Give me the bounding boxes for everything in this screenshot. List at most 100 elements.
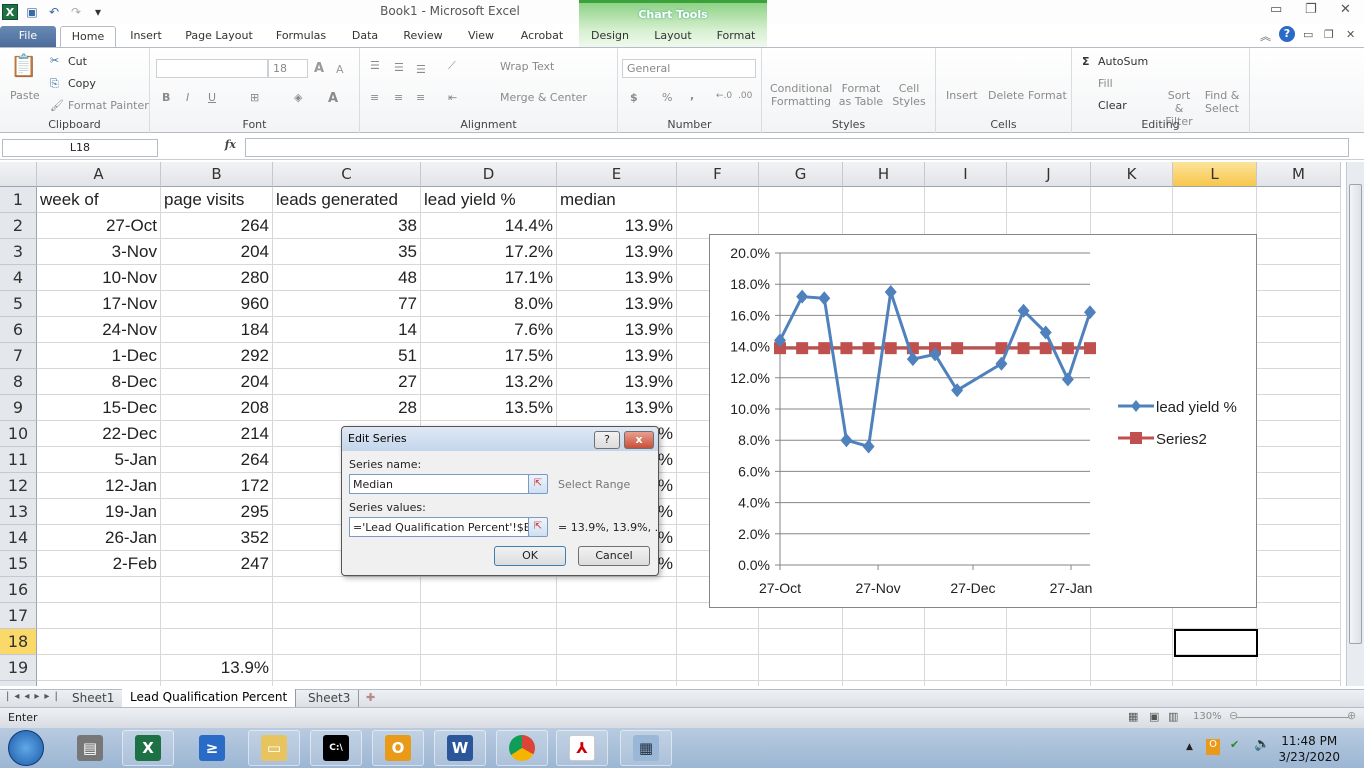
cell-b19[interactable]: 13.9% xyxy=(161,655,273,681)
column-header-j[interactable]: J xyxy=(1007,162,1091,187)
cell-a4[interactable]: 10-Nov xyxy=(37,265,161,291)
italic-button[interactable]: I xyxy=(186,91,189,104)
cell-f19[interactable] xyxy=(677,655,759,681)
column-header-h[interactable]: H xyxy=(843,162,925,187)
row-header-8[interactable]: 8 xyxy=(0,369,37,395)
sheet-nav-icons[interactable]: |◂◂▸▸| xyxy=(6,691,63,702)
cell-c20[interactable] xyxy=(273,681,421,686)
select-all-corner[interactable] xyxy=(0,162,37,187)
cell-m6[interactable] xyxy=(1257,317,1341,343)
tray-volume-icon[interactable]: 🔈 xyxy=(1254,737,1270,752)
cell-c19[interactable] xyxy=(273,655,421,681)
cell-a19[interactable] xyxy=(37,655,161,681)
column-header-l[interactable]: L xyxy=(1173,162,1257,187)
delete-cells-button[interactable]: Delete xyxy=(988,89,1024,102)
column-header-b[interactable]: B xyxy=(161,162,273,187)
dialog-close-button[interactable]: x xyxy=(624,431,654,449)
cell-a11[interactable]: 5-Jan xyxy=(37,447,161,473)
cut-button[interactable]: Cut xyxy=(68,55,87,68)
cell-a3[interactable]: 3-Nov xyxy=(37,239,161,265)
cell-styles-button[interactable]: Cell Styles xyxy=(888,82,930,108)
cell-b1[interactable]: page visits xyxy=(161,187,273,213)
vertical-scrollbar[interactable] xyxy=(1346,162,1364,686)
cell-a15[interactable]: 2-Feb xyxy=(37,551,161,577)
cell-b9[interactable]: 208 xyxy=(161,395,273,421)
cell-b12[interactable]: 172 xyxy=(161,473,273,499)
column-header-c[interactable]: C xyxy=(273,162,421,187)
cell-h20[interactable] xyxy=(843,681,925,686)
zoom-level[interactable]: 130% xyxy=(1193,711,1222,722)
name-box[interactable]: L18 xyxy=(2,139,158,157)
active-cell-selection[interactable] xyxy=(1174,629,1258,657)
cell-m13[interactable] xyxy=(1257,499,1341,525)
column-header-f[interactable]: F xyxy=(677,162,759,187)
cell-b10[interactable]: 214 xyxy=(161,421,273,447)
cell-c8[interactable]: 27 xyxy=(273,369,421,395)
align-center-icon[interactable]: ≡ xyxy=(394,91,403,104)
row-header-14[interactable]: 14 xyxy=(0,525,37,551)
comma-button[interactable]: , xyxy=(690,89,694,102)
row-header-20[interactable]: 20 xyxy=(0,681,37,686)
taskbar-explorer[interactable]: ▭ xyxy=(248,730,300,766)
cell-l19[interactable] xyxy=(1173,655,1257,681)
cell-b3[interactable]: 204 xyxy=(161,239,273,265)
cell-d7[interactable]: 17.5% xyxy=(421,343,557,369)
cell-m16[interactable] xyxy=(1257,577,1341,603)
tab-view[interactable]: View xyxy=(462,26,500,48)
cell-d8[interactable]: 13.2% xyxy=(421,369,557,395)
help-button[interactable]: ? xyxy=(594,431,620,449)
cell-a10[interactable]: 22-Dec xyxy=(37,421,161,447)
cell-c16[interactable] xyxy=(273,577,421,603)
font-color-icon[interactable]: A xyxy=(328,91,338,106)
cell-j1[interactable] xyxy=(1007,187,1091,213)
cell-e9[interactable]: 13.9% xyxy=(557,395,677,421)
workbook-close-icon[interactable]: ✕ xyxy=(1346,28,1355,41)
cell-m7[interactable] xyxy=(1257,343,1341,369)
row-header-17[interactable]: 17 xyxy=(0,603,37,629)
cell-k18[interactable] xyxy=(1091,629,1173,655)
column-header-a[interactable]: A xyxy=(37,162,161,187)
restore-icon[interactable]: ❐ xyxy=(1305,2,1317,17)
cell-d17[interactable] xyxy=(421,603,557,629)
tab-layout[interactable]: Layout xyxy=(648,26,698,48)
cell-g1[interactable] xyxy=(759,187,843,213)
cell-d2[interactable]: 14.4% xyxy=(421,213,557,239)
cell-i1[interactable] xyxy=(925,187,1007,213)
cell-b13[interactable]: 295 xyxy=(161,499,273,525)
autosum-button[interactable]: AutoSum xyxy=(1098,55,1148,68)
cell-e16[interactable] xyxy=(557,577,677,603)
cell-d9[interactable]: 13.5% xyxy=(421,395,557,421)
find-select-button[interactable]: Find & Select xyxy=(1204,89,1240,115)
cell-m10[interactable] xyxy=(1257,421,1341,447)
start-button[interactable] xyxy=(8,730,44,766)
row-header-1[interactable]: 1 xyxy=(0,187,37,213)
column-header-e[interactable]: E xyxy=(557,162,677,187)
cell-m2[interactable] xyxy=(1257,213,1341,239)
tab-design[interactable]: Design xyxy=(584,26,636,48)
sheet-tab-sheet3[interactable]: Sheet3 xyxy=(300,690,360,707)
cell-c1[interactable]: leads generated xyxy=(273,187,421,213)
percent-button[interactable]: % xyxy=(662,91,672,104)
cell-l1[interactable] xyxy=(1173,187,1257,213)
top-align-icon[interactable]: ☰ xyxy=(370,59,380,72)
page-break-view-icon[interactable]: ▥ xyxy=(1168,710,1178,723)
page-layout-view-icon[interactable]: ▣ xyxy=(1149,710,1159,723)
shrink-font-icon[interactable]: A xyxy=(336,63,344,76)
cell-a1[interactable]: week of xyxy=(37,187,161,213)
cell-c7[interactable]: 51 xyxy=(273,343,421,369)
tray-outlook-icon[interactable]: O xyxy=(1206,739,1220,755)
taskbar-cmd[interactable]: C:\ xyxy=(310,730,362,766)
row-header-18[interactable]: 18 xyxy=(0,629,37,655)
bold-button[interactable]: B xyxy=(162,91,170,104)
cell-e19[interactable] xyxy=(557,655,677,681)
show-hidden-icons[interactable]: ▲ xyxy=(1186,742,1193,752)
taskbar-server-manager[interactable]: ▤ xyxy=(64,730,116,766)
row-header-19[interactable]: 19 xyxy=(0,655,37,681)
align-left-icon[interactable]: ≡ xyxy=(370,91,379,104)
middle-align-icon[interactable]: ☰ xyxy=(394,61,404,74)
row-header-5[interactable]: 5 xyxy=(0,291,37,317)
cell-m19[interactable] xyxy=(1257,655,1341,681)
row-header-3[interactable]: 3 xyxy=(0,239,37,265)
cell-c2[interactable]: 38 xyxy=(273,213,421,239)
tab-insert[interactable]: Insert xyxy=(124,26,168,48)
